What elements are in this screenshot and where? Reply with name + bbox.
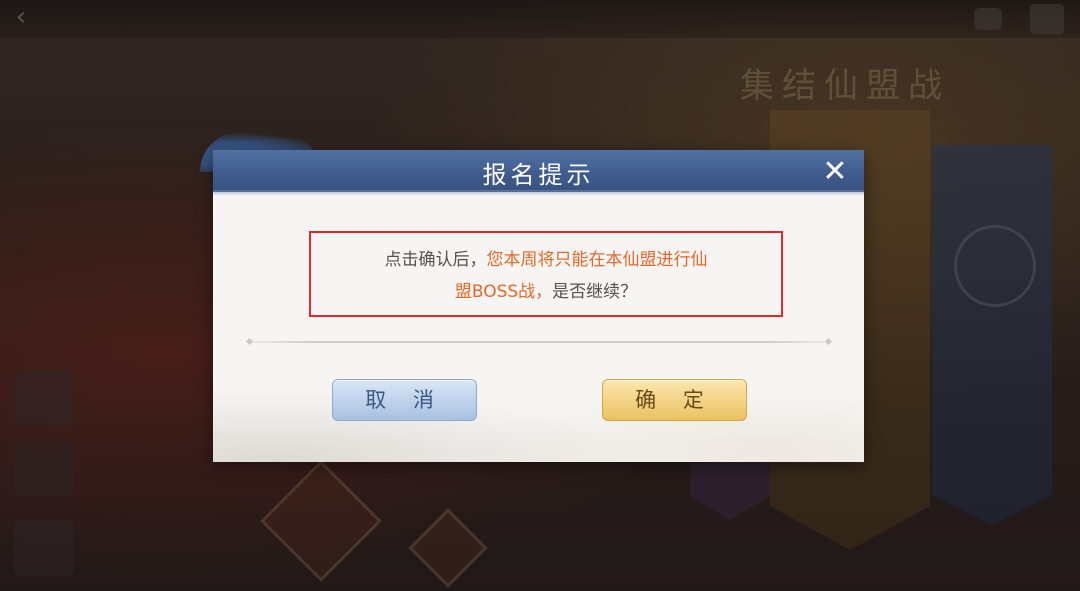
divider (251, 341, 827, 343)
close-icon[interactable]: ✕ (819, 156, 851, 188)
signup-confirm-dialog: 报名提示 ✕ 点击确认后，您本周将只能在本仙盟进行仙 盟BOSS战，是否继续？ … (213, 150, 864, 462)
message-line-1: 点击确认后，您本周将只能在本仙盟进行仙 (311, 245, 781, 270)
ink-mountain-decoration (213, 350, 864, 462)
message-normal-text: 点击确认后， (384, 250, 487, 270)
message-highlight-text: 您本周将只能在本仙盟进行仙 (486, 250, 708, 270)
dialog-title: 报名提示 (482, 161, 595, 189)
game-scene: 集结仙盟战 ‹ 报名提示 ✕ 点击确认后，您本周将只能在本仙盟进行仙 盟BOSS… (0, 0, 1080, 591)
cancel-button[interactable]: 取 消 (332, 379, 477, 421)
message-normal-text: 是否继续？ (552, 282, 638, 302)
confirm-button[interactable]: 确 定 (602, 379, 747, 421)
dialog-header: 报名提示 ✕ (213, 150, 864, 196)
message-highlight-text: 盟BOSS战， (454, 282, 553, 302)
message-line-2: 盟BOSS战，是否继续？ (311, 277, 781, 302)
message-box: 点击确认后，您本周将只能在本仙盟进行仙 盟BOSS战，是否继续？ (309, 231, 783, 317)
